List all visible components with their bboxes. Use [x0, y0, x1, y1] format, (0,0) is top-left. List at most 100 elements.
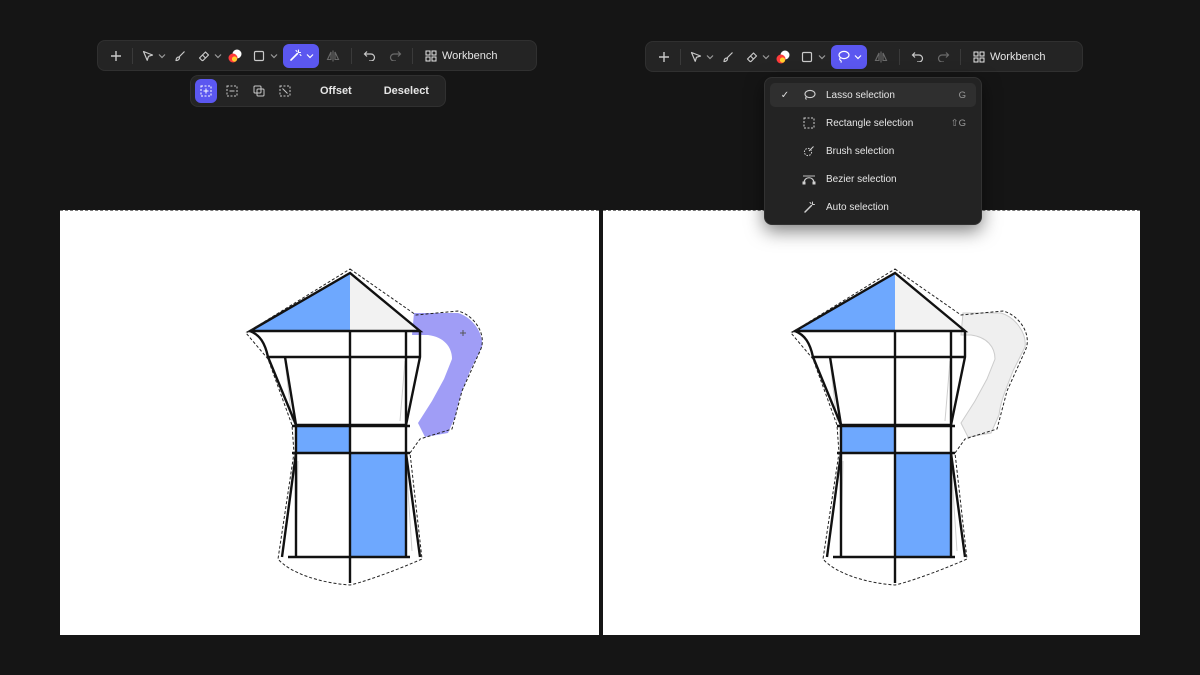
eraser-tool-button[interactable]	[741, 45, 763, 69]
selection-subtract-icon	[226, 85, 238, 97]
lasso-icon	[837, 50, 850, 63]
divider	[680, 48, 681, 65]
invert-selection-button[interactable]	[274, 79, 296, 103]
shape-tool-dropdown[interactable]	[269, 44, 279, 68]
brush-icon	[175, 50, 185, 61]
workbench-button[interactable]: Workbench	[417, 44, 505, 68]
chevron-down-icon	[854, 54, 861, 59]
workbench-icon	[425, 50, 437, 61]
add-button[interactable]	[652, 45, 676, 69]
subtract-selection-button[interactable]	[221, 79, 243, 103]
eraser-tool-dropdown[interactable]	[761, 45, 771, 69]
flip-icon	[874, 51, 888, 62]
chevron-down-icon	[818, 54, 826, 59]
menu-item-rectangle-selection[interactable]: Rectangle selection ⇧G	[770, 111, 976, 135]
menu-item-label: Rectangle selection	[826, 117, 914, 129]
shape-tool-button[interactable]	[247, 44, 271, 68]
undo-icon	[911, 52, 923, 62]
menu-item-shortcut: ⇧G	[950, 117, 966, 129]
eraser-tool-dropdown[interactable]	[213, 44, 223, 68]
magic-wand-icon	[289, 49, 302, 61]
redo-icon	[389, 51, 401, 61]
menu-item-auto-selection[interactable]: Auto selection	[770, 195, 976, 219]
chevron-down-icon	[270, 53, 278, 58]
square-icon	[253, 50, 265, 61]
menu-item-bezier-selection[interactable]: Bezier selection	[770, 167, 976, 191]
select-tool-dropdown[interactable]	[705, 45, 715, 69]
add-button[interactable]	[104, 44, 128, 68]
lasso-icon	[800, 89, 818, 102]
eraser-tool-button[interactable]	[193, 44, 215, 68]
menu-item-label: Brush selection	[826, 145, 895, 157]
left-toolbar: Workbench	[97, 40, 537, 71]
select-tool-button[interactable]	[137, 44, 159, 68]
chevron-down-icon	[762, 54, 770, 59]
eraser-icon	[198, 50, 210, 61]
lasso-selection-tool-button[interactable]	[831, 44, 867, 69]
pointer-icon	[690, 51, 702, 62]
brush-tool-button[interactable]	[167, 44, 193, 68]
workbench-label: Workbench	[442, 49, 498, 62]
divider	[132, 47, 133, 64]
brush-tool-button[interactable]	[715, 45, 741, 69]
rectangle-select-icon	[800, 117, 818, 129]
pointer-icon	[142, 50, 154, 61]
selection-options-bar: Offset Deselect	[190, 75, 446, 107]
redo-button[interactable]	[382, 44, 408, 68]
right-toolbar: Workbench	[645, 41, 1083, 72]
chevron-down-icon	[158, 53, 166, 58]
redo-icon	[937, 52, 949, 62]
offset-button[interactable]: Offset	[308, 85, 364, 97]
workbench-label: Workbench	[990, 50, 1046, 63]
mirror-button[interactable]	[319, 44, 347, 68]
selection-intersect-icon	[253, 85, 265, 97]
selection-tool-menu: ✓ Lasso selection G Rectangle selection …	[764, 77, 982, 225]
divider	[351, 47, 352, 64]
deselect-button[interactable]: Deselect	[372, 85, 441, 97]
moka-pot-artwork	[245, 268, 483, 586]
divider	[412, 47, 413, 64]
brush-select-icon	[800, 145, 818, 157]
magic-wand-icon	[800, 201, 818, 214]
band-blue-fill	[841, 426, 895, 452]
shape-tool-dropdown[interactable]	[817, 45, 827, 69]
color-swatch-icon	[776, 50, 790, 63]
color-picker-button[interactable]	[771, 45, 795, 69]
redo-button[interactable]	[930, 45, 956, 69]
menu-item-shortcut: G	[958, 89, 966, 101]
menu-item-brush-selection[interactable]: Brush selection	[770, 139, 976, 163]
divider	[899, 48, 900, 65]
base-blue-fill	[350, 453, 406, 557]
chevron-down-icon	[306, 53, 313, 58]
color-picker-button[interactable]	[223, 44, 247, 68]
menu-item-lasso-selection[interactable]: ✓ Lasso selection G	[770, 83, 976, 107]
left-canvas[interactable]	[60, 210, 599, 635]
eraser-icon	[746, 51, 758, 62]
undo-button[interactable]	[356, 44, 382, 68]
right-canvas[interactable]	[603, 210, 1140, 635]
brush-icon	[723, 51, 733, 62]
mirror-button[interactable]	[867, 45, 895, 69]
new-selection-button[interactable]	[195, 79, 218, 103]
color-swatch-icon	[228, 49, 242, 62]
checkmark-icon: ✓	[780, 89, 790, 101]
menu-item-label: Bezier selection	[826, 173, 897, 185]
selection-invert-icon	[279, 85, 291, 97]
bezier-icon	[800, 173, 818, 185]
square-icon	[801, 51, 813, 62]
band-blue-fill	[296, 426, 350, 452]
shape-tool-button[interactable]	[795, 45, 819, 69]
base-blue-fill	[895, 453, 951, 557]
workbench-button[interactable]: Workbench	[965, 45, 1053, 69]
plus-icon	[111, 50, 121, 61]
workbench-icon	[973, 51, 985, 62]
auto-selection-tool-button[interactable]	[283, 43, 319, 68]
undo-button[interactable]	[904, 45, 930, 69]
moka-pot-artwork	[790, 268, 1028, 586]
select-tool-button[interactable]	[685, 45, 707, 69]
divider	[960, 48, 961, 65]
select-tool-dropdown[interactable]	[157, 44, 167, 68]
selection-add-icon	[200, 85, 212, 97]
intersect-selection-button[interactable]	[247, 79, 269, 103]
plus-icon	[659, 51, 669, 62]
